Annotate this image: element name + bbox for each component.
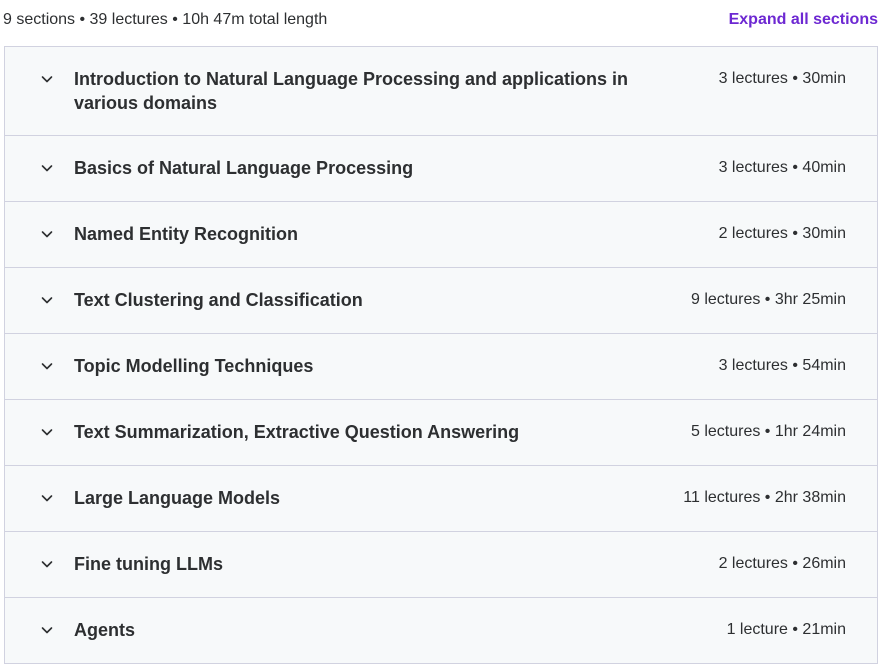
section-meta: 9 lectures • 3hr 25min xyxy=(690,291,846,308)
section-panel[interactable]: Text Clustering and Classification 9 lec… xyxy=(5,268,877,334)
chevron-down-icon xyxy=(40,293,54,307)
section-title: Introduction to Natural Language Process… xyxy=(74,69,629,113)
chevron-down-icon xyxy=(40,623,54,637)
section-title: Text Clustering and Classification xyxy=(74,290,363,310)
section-panel[interactable]: Agents 1 lecture • 21min xyxy=(5,598,877,663)
section-title: Named Entity Recognition xyxy=(74,224,299,244)
curriculum-header: 9 sections • 39 lectures • 10h 47m total… xyxy=(0,0,881,46)
chevron-down-icon xyxy=(40,72,54,86)
chevron-down-icon xyxy=(40,491,54,505)
section-meta: 3 lectures • 54min xyxy=(718,357,846,374)
section-title: Agents xyxy=(74,620,136,640)
section-panel[interactable]: Topic Modelling Techniques 3 lectures • … xyxy=(5,334,877,400)
chevron-down-icon xyxy=(40,227,54,241)
chevron-down-icon xyxy=(40,359,54,373)
section-meta: 3 lectures • 30min xyxy=(718,70,846,87)
section-meta: 11 lectures • 2hr 38min xyxy=(683,489,846,506)
section-title: Text Summarization, Extractive Question … xyxy=(74,422,520,442)
section-title: Fine tuning LLMs xyxy=(74,554,223,574)
sections-accordion: Introduction to Natural Language Process… xyxy=(4,46,878,664)
section-meta: 2 lectures • 26min xyxy=(718,555,846,572)
section-meta: 5 lectures • 1hr 24min xyxy=(690,423,846,440)
section-title: Large Language Models xyxy=(74,488,281,508)
curriculum-summary: 9 sections • 39 lectures • 10h 47m total… xyxy=(3,11,328,28)
section-panel[interactable]: Basics of Natural Language Processing 3 … xyxy=(5,136,877,202)
section-meta: 3 lectures • 40min xyxy=(718,159,846,176)
chevron-down-icon xyxy=(40,557,54,571)
expand-all-sections-button[interactable]: Expand all sections xyxy=(729,11,878,29)
section-panel[interactable]: Large Language Models 11 lectures • 2hr … xyxy=(5,466,877,532)
section-title: Basics of Natural Language Processing xyxy=(74,158,414,178)
chevron-down-icon xyxy=(40,161,54,175)
section-title: Topic Modelling Techniques xyxy=(74,356,314,376)
section-panel[interactable]: Named Entity Recognition 2 lectures • 30… xyxy=(5,202,877,268)
section-meta: 1 lecture • 21min xyxy=(726,621,846,638)
chevron-down-icon xyxy=(40,425,54,439)
section-panel[interactable]: Text Summarization, Extractive Question … xyxy=(5,400,877,466)
section-panel[interactable]: Fine tuning LLMs 2 lectures • 26min xyxy=(5,532,877,598)
section-panel[interactable]: Introduction to Natural Language Process… xyxy=(5,47,877,136)
section-meta: 2 lectures • 30min xyxy=(718,225,846,242)
